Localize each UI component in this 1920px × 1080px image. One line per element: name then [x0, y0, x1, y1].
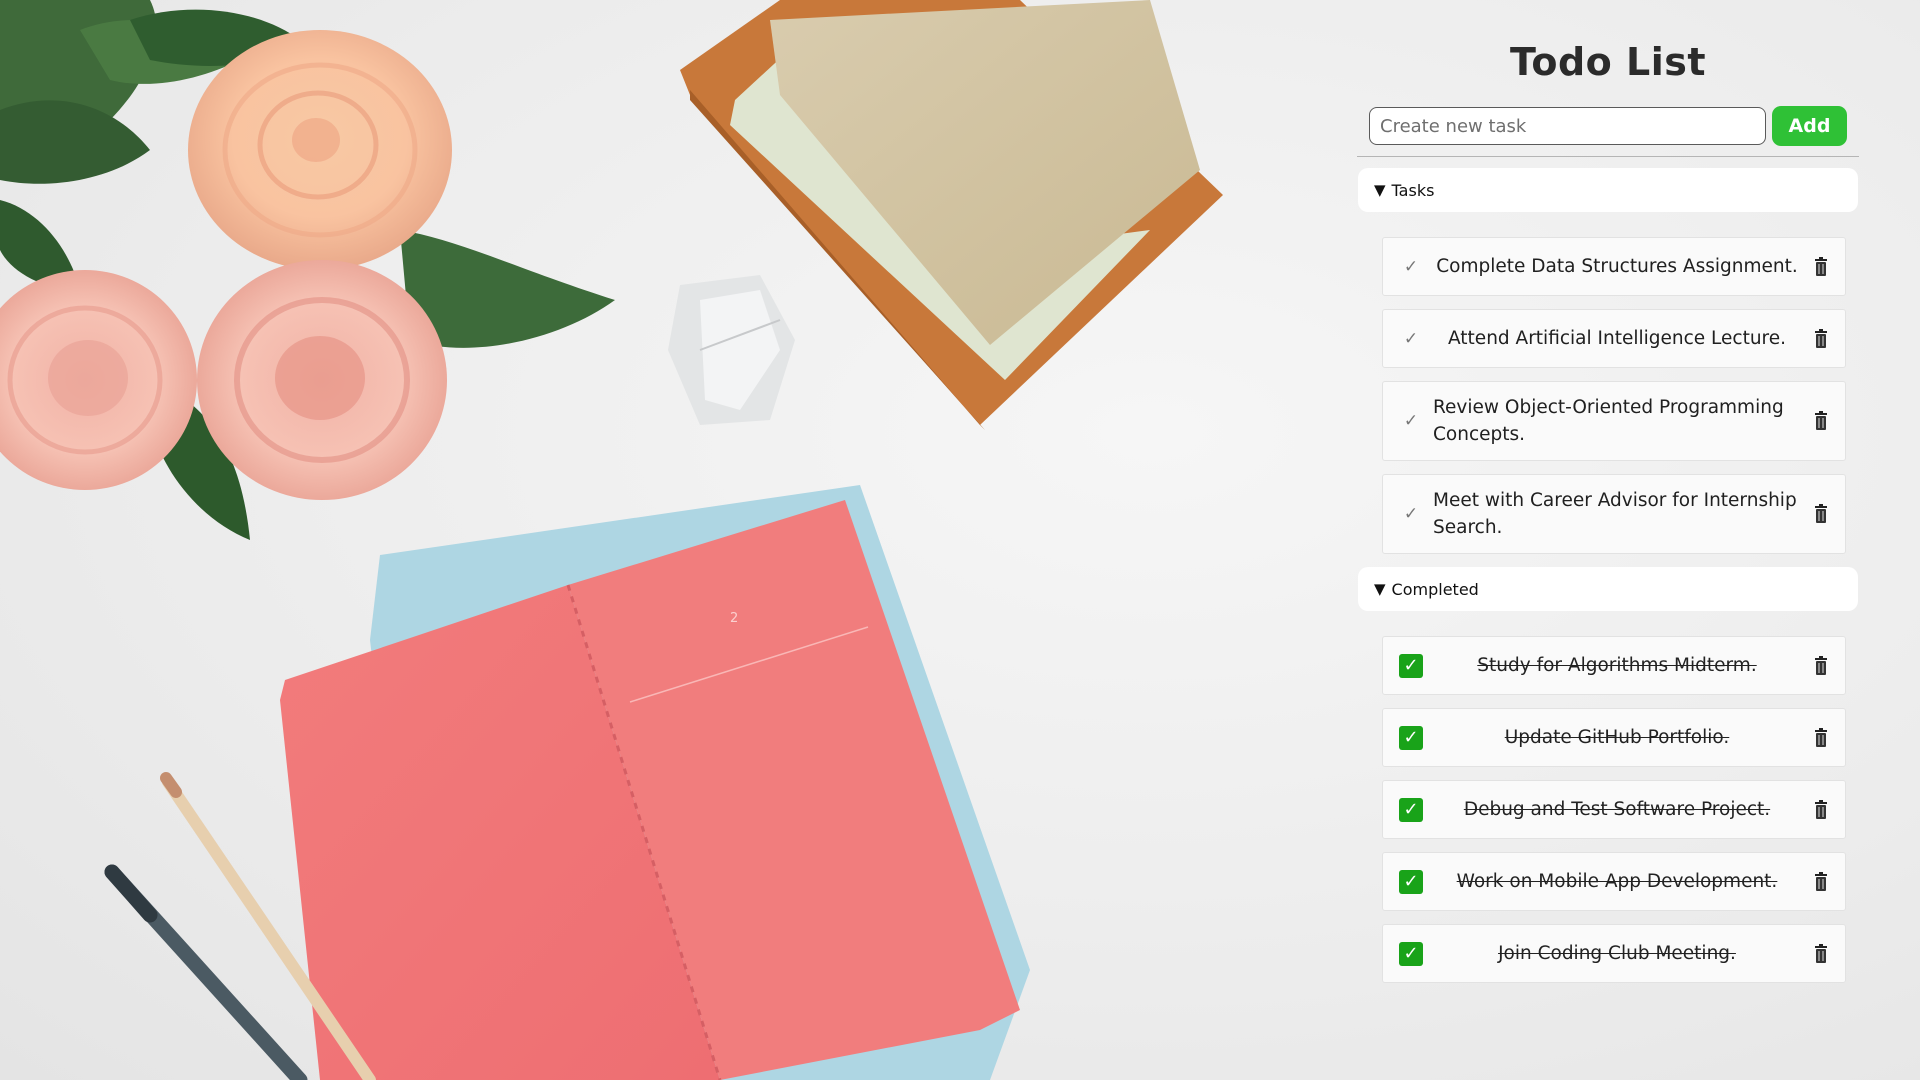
trash-icon[interactable]: [1811, 654, 1831, 678]
pen: [104, 864, 308, 1080]
new-task-input[interactable]: [1369, 107, 1766, 145]
list-item: ✓ Complete Data Structures Assignment.: [1382, 237, 1846, 296]
list-item: ✓ Study for Algorithms Midterm.: [1382, 636, 1846, 695]
task-text: Review Object-Oriented Programming Conce…: [1433, 397, 1784, 445]
todo-panel: Todo List Add ▼ Tasks ✓ Complete Data St…: [1357, 30, 1859, 996]
completed-task-text: Debug and Test Software Project.: [1463, 799, 1771, 820]
trash-icon[interactable]: [1811, 255, 1831, 279]
list-item: ✓ Review Object-Oriented Programming Con…: [1382, 381, 1846, 461]
trash-icon[interactable]: [1811, 870, 1831, 894]
list-item: ✓ Meet with Career Advisor for Internshi…: [1382, 474, 1846, 554]
caret-down-icon: ▼: [1374, 181, 1386, 199]
trash-icon[interactable]: [1811, 942, 1831, 966]
checkbox-checked-icon[interactable]: ✓: [1399, 941, 1423, 966]
completed-task-text: Join Coding Club Meeting.: [1498, 943, 1736, 964]
caret-down-icon: ▼: [1374, 580, 1386, 598]
tasks-section-toggle[interactable]: ▼ Tasks: [1358, 168, 1858, 212]
trash-icon[interactable]: [1811, 502, 1831, 526]
tasks-section-label: Tasks: [1391, 180, 1435, 200]
list-item: ✓ Work on Mobile App Development.: [1382, 852, 1846, 911]
completed-task-text: Study for Algorithms Midterm.: [1477, 655, 1757, 676]
task-text: Attend Artificial Intelligence Lecture.: [1447, 328, 1787, 349]
list-item: ✓ Attend Artificial Intelligence Lecture…: [1382, 309, 1846, 368]
add-task-button[interactable]: Add: [1772, 106, 1847, 146]
checkbox-checked-icon[interactable]: ✓: [1399, 725, 1423, 750]
notebook-page-number: 2: [730, 611, 738, 626]
checkbox-checked-icon[interactable]: ✓: [1399, 797, 1423, 822]
add-task-row: Add: [1357, 106, 1859, 157]
trash-icon[interactable]: [1811, 327, 1831, 351]
completed-task-text: Work on Mobile App Development.: [1456, 871, 1778, 892]
check-icon[interactable]: ✓: [1399, 327, 1423, 351]
crystal: [668, 275, 795, 425]
task-text: Complete Data Structures Assignment.: [1436, 256, 1798, 277]
list-item: ✓ Update GitHub Portfolio.: [1382, 708, 1846, 767]
completed-task-text: Update GitHub Portfolio.: [1504, 727, 1730, 748]
completed-section-toggle[interactable]: ▼ Completed: [1358, 567, 1858, 611]
trash-icon[interactable]: [1811, 409, 1831, 433]
check-icon[interactable]: ✓: [1399, 409, 1423, 433]
task-list: ✓ Complete Data Structures Assignment. ✓…: [1357, 237, 1859, 554]
checkbox-checked-icon[interactable]: ✓: [1399, 869, 1423, 894]
trash-icon[interactable]: [1811, 798, 1831, 822]
check-icon[interactable]: ✓: [1399, 502, 1423, 526]
task-text: Meet with Career Advisor for Internship …: [1433, 490, 1797, 538]
list-item: ✓ Join Coding Club Meeting.: [1382, 924, 1846, 983]
completed-list: ✓ Study for Algorithms Midterm. ✓ Update…: [1357, 636, 1859, 983]
page-title: Todo List: [1509, 40, 1707, 84]
completed-section-label: Completed: [1391, 579, 1479, 599]
trash-icon[interactable]: [1811, 726, 1831, 750]
list-item: ✓ Debug and Test Software Project.: [1382, 780, 1846, 839]
checkbox-checked-icon[interactable]: ✓: [1399, 653, 1423, 678]
check-icon[interactable]: ✓: [1399, 255, 1423, 279]
